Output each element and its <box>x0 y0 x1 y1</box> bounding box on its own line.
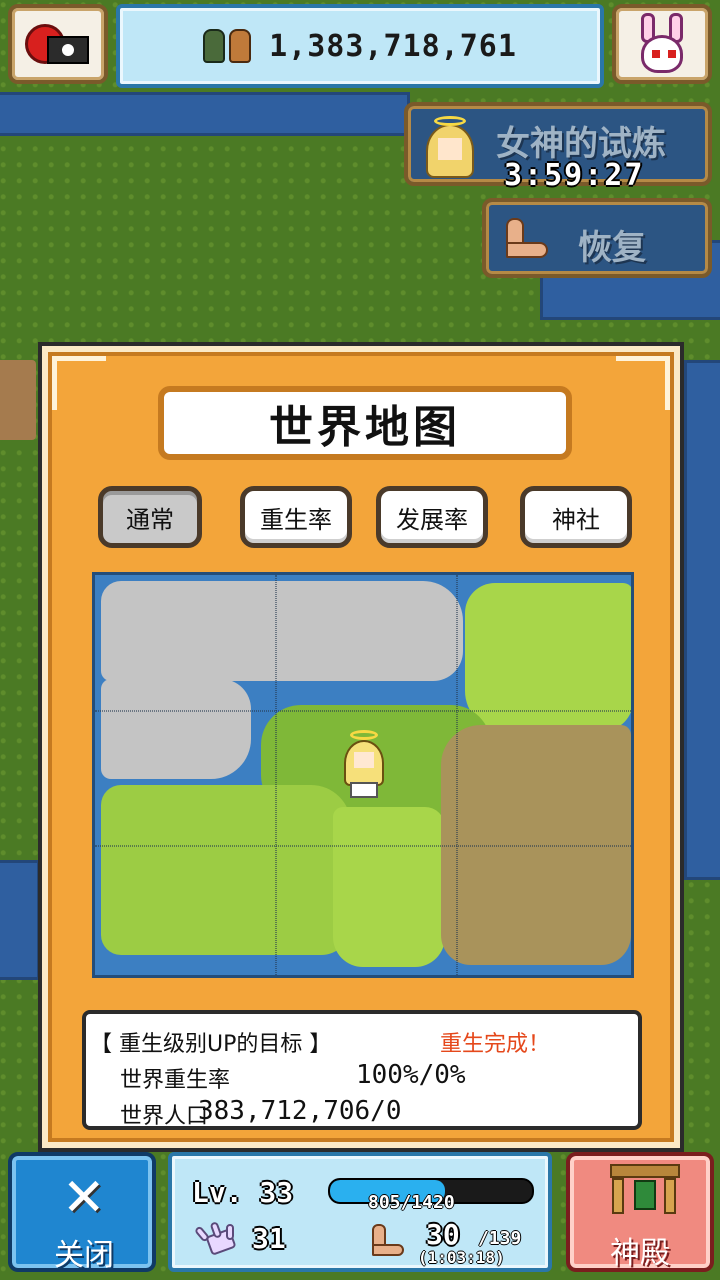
world-population-value: 383,712,706/0 <box>198 1096 402 1126</box>
recover-label: 恢复 <box>578 228 646 268</box>
bunny-icon <box>631 11 693 77</box>
map-gridline <box>275 575 277 975</box>
tab-rebirth-rate[interactable]: 重生率 <box>240 486 352 548</box>
camera-icon <box>23 18 93 70</box>
stamina-value: 30 <box>426 1218 460 1251</box>
panel-title-box: 世界地图 <box>158 386 572 460</box>
arm-icon <box>500 214 552 264</box>
goddess-trial-button[interactable]: 女神的试炼 3:59:27 <box>404 102 712 193</box>
rebirth-goal-header: 【 重生级别UP的目标 】 <box>90 1032 332 1057</box>
stamina-max: /139 <box>478 1228 522 1249</box>
tab-shrine[interactable]: 神社 <box>520 486 632 548</box>
world-map[interactable] <box>92 572 634 978</box>
xp-text: 805/1420 <box>368 1192 455 1213</box>
panel-title: 世界地图 <box>269 402 461 453</box>
recover-button[interactable]: 恢复 <box>482 198 712 278</box>
land-green <box>333 807 445 967</box>
temple-button[interactable]: 神殿 <box>566 1152 714 1272</box>
hand-icon <box>193 1221 244 1262</box>
world-rebirth-rate-value: 100%/0% <box>356 1060 466 1090</box>
tab-normal[interactable]: 通常 <box>98 486 202 548</box>
level-label: Lv. 33 <box>192 1176 294 1209</box>
currency-bar: 1,383,718,761 <box>116 4 604 88</box>
world-population-label: 世界人口 <box>120 1104 209 1129</box>
ornament-corner <box>616 356 670 410</box>
goddess-map-marker <box>342 730 386 800</box>
river <box>0 860 40 980</box>
stamina-timer: (1:03:18) <box>418 1248 505 1267</box>
land-green <box>465 583 631 731</box>
temple-label: 神殿 <box>610 1236 670 1271</box>
map-gridline <box>456 575 458 975</box>
rebirth-status: 重生完成！ <box>440 1032 551 1057</box>
land-green <box>101 785 351 955</box>
close-label: 关闭 <box>54 1238 114 1273</box>
goddess-icon <box>420 116 480 178</box>
tab-development-rate[interactable]: 发展率 <box>376 486 488 548</box>
ornament-corner <box>52 356 106 410</box>
player-status-panel: Lv. 33 805/1420 31 30 /139 (1:03:18) <box>168 1152 552 1272</box>
map-gridline <box>95 845 631 847</box>
stamina-icon <box>368 1222 408 1262</box>
map-gridline <box>95 710 631 712</box>
land-grey <box>101 581 463 681</box>
close-button[interactable]: ✕ 关闭 <box>8 1152 156 1273</box>
land-grey <box>101 679 251 779</box>
menu-button[interactable] <box>612 4 712 84</box>
power-value: 31 <box>252 1222 286 1255</box>
world-rebirth-rate-label: 世界重生率 <box>120 1068 231 1093</box>
world-map-panel: 世界地图 通常 重生率 发展率 神社 【 重生级别UP的目标 】 重生完成！ 世… <box>38 342 684 1152</box>
close-x-icon: ✕ <box>62 1168 106 1228</box>
currency-value: 1,383,718,761 <box>269 28 517 64</box>
temple-icon <box>610 1164 680 1220</box>
river <box>0 92 410 136</box>
camera-button[interactable] <box>8 4 108 84</box>
rebirth-goal-box: 【 重生级别UP的目标 】 重生完成！ 世界重生率 100%/0% 世界人口 3… <box>82 1010 642 1130</box>
river <box>684 360 720 880</box>
party-icon <box>203 29 252 63</box>
mountain <box>0 360 36 440</box>
goddess-trial-timer: 3:59:27 <box>504 158 645 193</box>
